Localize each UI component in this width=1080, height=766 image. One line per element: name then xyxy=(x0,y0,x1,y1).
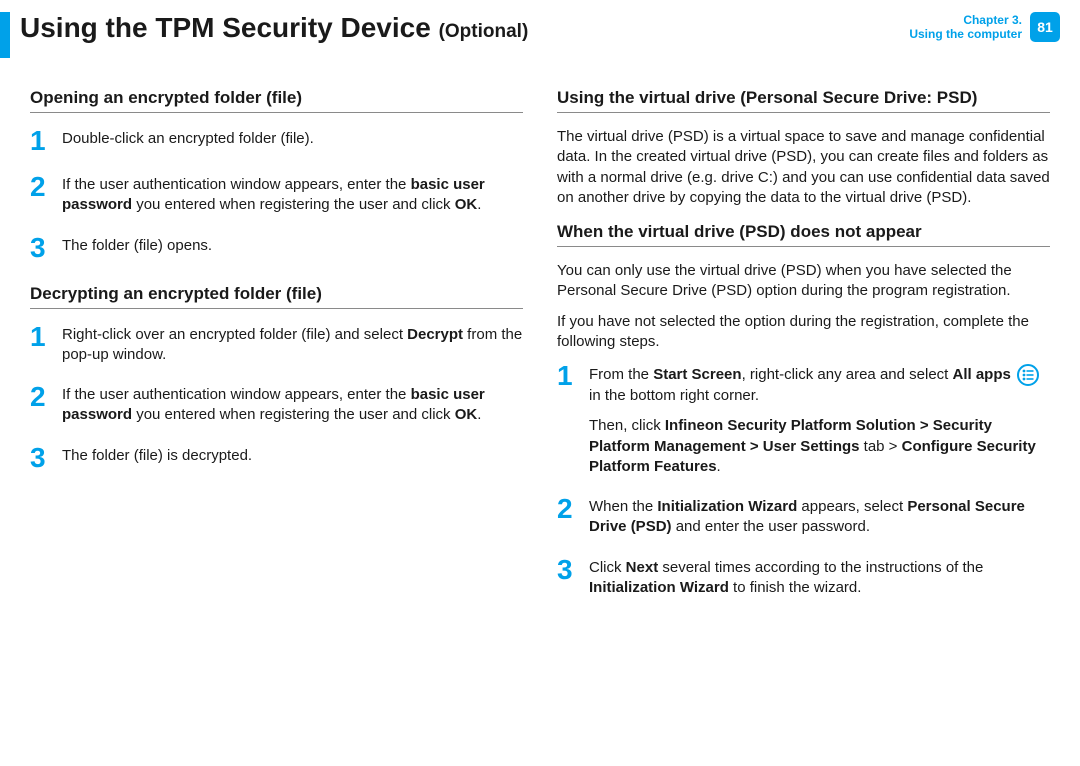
step-number: 3 xyxy=(30,444,52,472)
step-number: 2 xyxy=(30,173,52,201)
step-open-3: 3 The folder (file) opens. xyxy=(30,234,523,262)
step-text: If the user authentication window appear… xyxy=(62,173,523,216)
header-accent-bar xyxy=(0,12,10,58)
step-decrypt-1: 1 Right-click over an encrypted folder (… xyxy=(30,323,523,366)
step-text: Click Next several times according to th… xyxy=(589,556,1050,599)
chapter-line-1: Chapter 3. xyxy=(909,13,1022,27)
step-psd-1-then: Then, click Infineon Security Platform S… xyxy=(589,416,1050,477)
step-text: When the Initialization Wizard appears, … xyxy=(589,495,1050,538)
step-number: 1 xyxy=(30,323,52,351)
page-number: 81 xyxy=(1037,19,1053,35)
page-title: Using the TPM Security Device (Optional) xyxy=(20,12,528,44)
step-text: Double-click an encrypted folder (file). xyxy=(62,127,314,149)
step-psd-3: 3 Click Next several times according to … xyxy=(557,556,1050,599)
section-heading-psd-missing: When the virtual drive (PSD) does not ap… xyxy=(557,222,1050,247)
step-decrypt-2: 2 If the user authentication window appe… xyxy=(30,383,523,426)
chapter-line-2: Using the computer xyxy=(909,27,1022,41)
step-open-2: 2 If the user authentication window appe… xyxy=(30,173,523,216)
step-open-1: 1 Double-click an encrypted folder (file… xyxy=(30,127,523,155)
step-decrypt-3: 3 The folder (file) is decrypted. xyxy=(30,444,523,472)
page-number-chip: 81 xyxy=(1030,12,1060,42)
page-title-suffix: (Optional) xyxy=(439,21,529,42)
psd-missing-paragraph-1: You can only use the virtual drive (PSD)… xyxy=(557,261,1050,302)
step-text: Right-click over an encrypted folder (fi… xyxy=(62,323,523,366)
section-heading-opening: Opening an encrypted folder (file) xyxy=(30,88,523,113)
step-number: 1 xyxy=(30,127,52,155)
step-psd-2: 2 When the Initialization Wizard appears… xyxy=(557,495,1050,538)
step-text: If the user authentication window appear… xyxy=(62,383,523,426)
step-number: 3 xyxy=(30,234,52,262)
page-title-main: Using the TPM Security Device xyxy=(20,12,431,43)
chapter-label: Chapter 3. Using the computer xyxy=(909,13,1022,42)
left-column: Opening an encrypted folder (file) 1 Dou… xyxy=(30,82,523,616)
step-text: The folder (file) opens. xyxy=(62,234,212,256)
header-right: Chapter 3. Using the computer 81 xyxy=(909,12,1060,42)
step-number: 3 xyxy=(557,556,579,584)
psd-missing-paragraph-2: If you have not selected the option duri… xyxy=(557,312,1050,353)
all-apps-icon xyxy=(1017,364,1039,386)
page-header: Using the TPM Security Device (Optional)… xyxy=(0,0,1080,58)
step-number: 2 xyxy=(557,495,579,523)
psd-intro-paragraph: The virtual drive (PSD) is a virtual spa… xyxy=(557,127,1050,208)
right-column: Using the virtual drive (Personal Secure… xyxy=(557,82,1050,616)
content-columns: Opening an encrypted folder (file) 1 Dou… xyxy=(0,58,1080,616)
step-number: 1 xyxy=(557,362,579,390)
step-number: 2 xyxy=(30,383,52,411)
step-text: The folder (file) is decrypted. xyxy=(62,444,252,466)
step-text: From the Start Screen, right-click any a… xyxy=(589,362,1050,477)
section-heading-decrypting: Decrypting an encrypted folder (file) xyxy=(30,284,523,309)
step-psd-1: 1 From the Start Screen, right-click any… xyxy=(557,362,1050,477)
section-heading-psd: Using the virtual drive (Personal Secure… xyxy=(557,88,1050,113)
